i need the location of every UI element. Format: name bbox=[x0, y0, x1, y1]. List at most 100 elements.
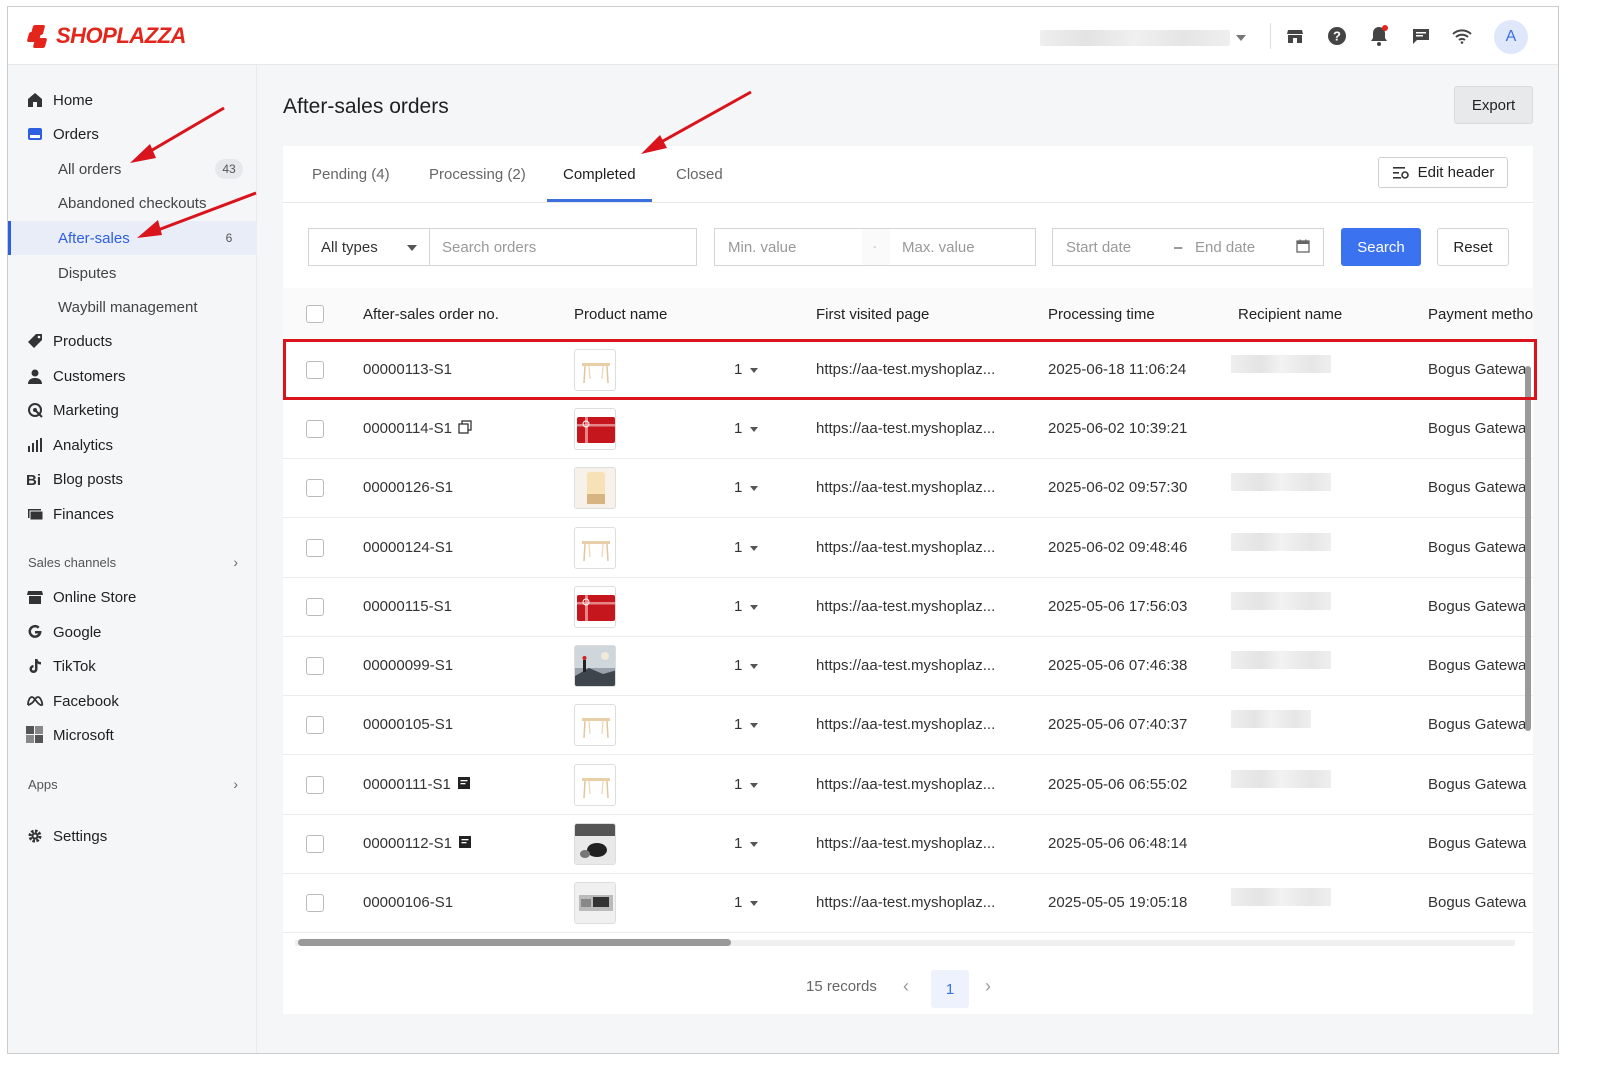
product-thumbnail[interactable] bbox=[574, 586, 616, 628]
sidebar-item-orders[interactable]: Orders bbox=[8, 117, 257, 151]
chevron-down-icon[interactable] bbox=[750, 664, 758, 669]
column-header[interactable]: Payment metho bbox=[1428, 306, 1533, 323]
column-header[interactable]: First visited page bbox=[816, 306, 929, 323]
order-number-cell[interactable]: 00000113-S1 bbox=[363, 361, 452, 378]
quantity-value[interactable]: 1 bbox=[734, 776, 742, 793]
sidebar-item-tiktok[interactable]: TikTok bbox=[8, 649, 257, 683]
min-value-field[interactable]: Min. value bbox=[728, 239, 796, 256]
order-number-cell[interactable]: 00000111-S1 bbox=[363, 776, 471, 794]
apps-section[interactable]: Apps › bbox=[28, 774, 238, 794]
order-number-cell[interactable]: 00000099-S1 bbox=[363, 657, 453, 674]
help-icon[interactable]: ? bbox=[1326, 25, 1348, 47]
product-thumbnail[interactable] bbox=[574, 645, 616, 687]
store-icon[interactable] bbox=[1284, 25, 1306, 47]
sidebar-item-analytics[interactable]: Analytics bbox=[8, 428, 257, 462]
row-checkbox[interactable] bbox=[306, 420, 324, 438]
column-header[interactable]: Processing time bbox=[1048, 306, 1155, 323]
tab-pending[interactable]: Pending (4) bbox=[312, 166, 390, 183]
calendar-icon[interactable] bbox=[1296, 239, 1310, 257]
column-header[interactable]: After-sales order no. bbox=[363, 306, 499, 323]
chevron-down-icon[interactable] bbox=[750, 546, 758, 551]
sidebar-item-marketing[interactable]: Marketing bbox=[8, 393, 257, 427]
table-row[interactable]: 00000112-S1 1 https://aa-test.myshoplaz...… bbox=[283, 815, 1533, 874]
table-row[interactable]: 00000106-S1 1 https://aa-test.myshoplaz...… bbox=[283, 874, 1533, 933]
row-checkbox[interactable] bbox=[306, 776, 324, 794]
table-row[interactable]: 00000113-S1 1 https://aa-test.myshoplaz...… bbox=[283, 341, 1533, 400]
sidebar-item-google[interactable]: Google bbox=[8, 615, 257, 649]
copy-icon[interactable] bbox=[458, 420, 472, 438]
max-value-field[interactable]: Max. value bbox=[902, 239, 975, 256]
row-checkbox[interactable] bbox=[306, 539, 324, 557]
quantity-value[interactable]: 1 bbox=[734, 598, 742, 615]
quantity-value[interactable]: 1 bbox=[734, 479, 742, 496]
product-thumbnail[interactable] bbox=[574, 704, 616, 746]
sidebar-item-all-orders[interactable]: All orders 43 bbox=[8, 152, 257, 186]
table-row[interactable]: 00000124-S1 1 https://aa-test.myshoplaz...… bbox=[283, 519, 1533, 578]
table-row[interactable]: 00000099-S1 1 https://aa-test.myshoplaz...… bbox=[283, 637, 1533, 696]
chevron-down-icon[interactable] bbox=[750, 901, 758, 906]
edit-header-button[interactable]: Edit header bbox=[1378, 157, 1508, 188]
bell-icon[interactable] bbox=[1368, 25, 1390, 47]
chevron-right-icon[interactable]: › bbox=[985, 976, 991, 997]
row-checkbox[interactable] bbox=[306, 479, 324, 497]
product-thumbnail[interactable] bbox=[574, 882, 616, 924]
sidebar-item-products[interactable]: Products bbox=[8, 324, 257, 358]
sidebar-item-customers[interactable]: Customers bbox=[8, 359, 257, 393]
product-thumbnail[interactable] bbox=[574, 349, 616, 391]
chat-icon[interactable] bbox=[1410, 25, 1432, 47]
store-selector[interactable] bbox=[1040, 28, 1252, 48]
page-number[interactable]: 1 bbox=[931, 970, 969, 1008]
quantity-value[interactable]: 1 bbox=[734, 894, 742, 911]
row-checkbox[interactable] bbox=[306, 657, 324, 675]
sidebar-item-blog-posts[interactable]: Bi Blog posts bbox=[8, 462, 257, 496]
chevron-down-icon[interactable] bbox=[750, 842, 758, 847]
export-button[interactable]: Export bbox=[1454, 86, 1533, 124]
quantity-value[interactable]: 1 bbox=[734, 420, 742, 437]
start-date-field[interactable]: Start date bbox=[1066, 239, 1131, 256]
product-thumbnail[interactable] bbox=[574, 527, 616, 569]
chevron-down-icon[interactable] bbox=[750, 486, 758, 491]
quantity-value[interactable]: 1 bbox=[734, 835, 742, 852]
chevron-down-icon[interactable] bbox=[750, 368, 758, 373]
chevron-down-icon[interactable] bbox=[750, 783, 758, 788]
end-date-field[interactable]: End date bbox=[1195, 239, 1255, 256]
sidebar-item-disputes[interactable]: Disputes bbox=[8, 256, 257, 290]
table-row[interactable]: 00000105-S1 1 https://aa-test.myshoplaz...… bbox=[283, 696, 1533, 755]
sales-channels-section[interactable]: Sales channels › bbox=[28, 552, 238, 572]
product-thumbnail[interactable] bbox=[574, 408, 616, 450]
table-row[interactable]: 00000111-S1 1 https://aa-test.myshoplaz...… bbox=[283, 756, 1533, 815]
vertical-scrollbar[interactable] bbox=[1524, 346, 1532, 931]
order-number-cell[interactable]: 00000126-S1 bbox=[363, 479, 453, 496]
quantity-value[interactable]: 1 bbox=[734, 361, 742, 378]
order-number-cell[interactable]: 00000124-S1 bbox=[363, 539, 453, 556]
quantity-value[interactable]: 1 bbox=[734, 716, 742, 733]
order-number-cell[interactable]: 00000114-S1 bbox=[363, 420, 472, 438]
chevron-down-icon[interactable] bbox=[750, 427, 758, 432]
sidebar-item-home[interactable]: Home bbox=[8, 83, 257, 117]
tab-processing[interactable]: Processing (2) bbox=[429, 166, 526, 183]
note-icon[interactable] bbox=[458, 835, 472, 853]
quantity-value[interactable]: 1 bbox=[734, 539, 742, 556]
quantity-value[interactable]: 1 bbox=[734, 657, 742, 674]
order-number-cell[interactable]: 00000105-S1 bbox=[363, 716, 453, 733]
select-all-checkbox[interactable] bbox=[306, 305, 324, 323]
horizontal-scrollbar[interactable] bbox=[283, 936, 1533, 948]
table-row[interactable]: 00000114-S1 1 https://aa-test.myshoplaz...… bbox=[283, 400, 1533, 459]
row-checkbox[interactable] bbox=[306, 716, 324, 734]
tab-closed[interactable]: Closed bbox=[676, 166, 723, 183]
order-number-cell[interactable]: 00000112-S1 bbox=[363, 835, 472, 853]
date-range-input[interactable]: Start date – End date bbox=[1052, 228, 1324, 266]
tab-completed[interactable]: Completed bbox=[563, 166, 636, 183]
table-row[interactable]: 00000115-S1 1 https://aa-test.myshoplaz...… bbox=[283, 578, 1533, 637]
search-button[interactable]: Search bbox=[1341, 228, 1421, 266]
sidebar-item-online-store[interactable]: Online Store bbox=[8, 580, 257, 614]
wifi-icon[interactable] bbox=[1451, 25, 1473, 47]
shoplazza-logo[interactable]: SHOPLAZZA bbox=[26, 23, 186, 49]
chevron-down-icon[interactable] bbox=[750, 605, 758, 610]
sidebar-item-abandoned-checkouts[interactable]: Abandoned checkouts bbox=[8, 186, 257, 220]
product-thumbnail[interactable] bbox=[574, 467, 616, 509]
column-header[interactable]: Recipient name bbox=[1238, 306, 1342, 323]
type-select[interactable]: All types bbox=[308, 228, 430, 266]
value-range-input[interactable]: Min. value - Max. value bbox=[714, 228, 1036, 266]
product-thumbnail[interactable] bbox=[574, 823, 616, 865]
